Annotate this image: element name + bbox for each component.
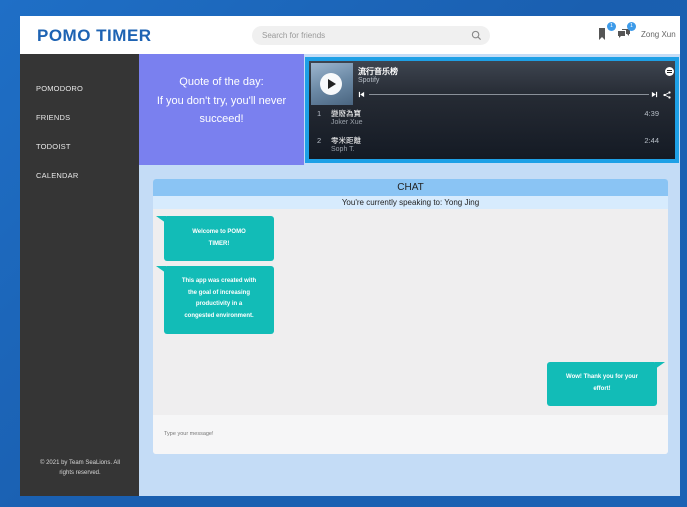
sidebar-item-pomodoro[interactable]: POMODORO bbox=[36, 84, 83, 93]
spotify-logo-icon[interactable] bbox=[665, 67, 674, 76]
search-icon[interactable] bbox=[471, 30, 482, 41]
next-track-icon[interactable] bbox=[651, 91, 658, 98]
share-icon[interactable] bbox=[663, 91, 671, 99]
notifications-button[interactable]: 1 bbox=[597, 22, 616, 43]
received-message: This app was created with the goal of in… bbox=[164, 266, 274, 334]
chat-input-area bbox=[153, 415, 668, 454]
track-duration: 2:44 bbox=[644, 136, 659, 145]
message-line: Wow! Thank you for your bbox=[566, 374, 638, 380]
quote-text-line: If you don't try, you'll never bbox=[156, 95, 287, 107]
quote-title: Quote of the day: bbox=[179, 76, 264, 88]
track-name: 零米距離 bbox=[331, 136, 361, 145]
progress-bar[interactable] bbox=[369, 94, 649, 95]
playlist-cover-art bbox=[311, 63, 353, 105]
quote-text-line: succeed! bbox=[199, 113, 244, 125]
messages-badge: 1 bbox=[627, 22, 636, 31]
chat-title: CHAT bbox=[153, 179, 668, 196]
playlist-source[interactable]: Spotify bbox=[358, 77, 379, 84]
quote-of-the-day: Quote of the day: If you don't try, you'… bbox=[139, 54, 304, 165]
search-input[interactable] bbox=[262, 29, 452, 42]
message-line: the goal of increasing bbox=[187, 289, 250, 296]
user-name[interactable]: Zong Xun bbox=[641, 30, 676, 39]
message-line: Welcome to POMO bbox=[192, 229, 246, 235]
message-line: TIMER! bbox=[208, 240, 230, 247]
message-line: effort! bbox=[593, 385, 611, 392]
chat-recipient: You're currently speaking to: Yong Jing bbox=[153, 196, 668, 209]
message-line: This app was created with bbox=[181, 278, 257, 284]
track-artist: Joker Xue bbox=[331, 119, 363, 126]
messages-button[interactable]: 1 bbox=[617, 22, 636, 43]
track-artist: Soph T. bbox=[331, 146, 355, 153]
play-button[interactable] bbox=[320, 73, 342, 95]
message-input[interactable] bbox=[164, 428, 464, 440]
track-number: 1 bbox=[317, 109, 322, 118]
message-line: productivity in a bbox=[195, 301, 243, 307]
top-header: POMO TIMER 1 1 Zong Xun bbox=[20, 16, 680, 54]
bubble-tail bbox=[655, 362, 665, 369]
received-message: Welcome to POMO TIMER! bbox=[164, 216, 274, 261]
spotify-player: 流行音乐榜 Spotify 1 變廢為寶 Joker Xue 4:39 2 零米… bbox=[309, 61, 675, 159]
sidebar-item-calendar[interactable]: CALENDAR bbox=[36, 171, 78, 180]
sidebar-item-todoist[interactable]: TODOIST bbox=[36, 142, 71, 151]
copyright-footer: © 2021 by Team SeaLions. All rights rese… bbox=[28, 458, 132, 478]
search-bar bbox=[252, 26, 490, 45]
track-name: 變廢為寶 bbox=[331, 109, 361, 118]
notifications-badge: 1 bbox=[607, 22, 616, 31]
playlist-title[interactable]: 流行音乐榜 bbox=[358, 66, 398, 77]
track-row[interactable]: 2 零米距離 Soph T. 2:44 bbox=[309, 133, 675, 159]
footer-line: rights reserved. bbox=[59, 470, 101, 476]
bookmark-icon bbox=[599, 28, 605, 40]
main-content: Quote of the day: If you don't try, you'… bbox=[139, 54, 680, 496]
sidebar-item-friends[interactable]: FRIENDS bbox=[36, 113, 70, 122]
chat-panel: CHAT You're currently speaking to: Yong … bbox=[153, 179, 668, 454]
previous-track-icon[interactable] bbox=[358, 91, 365, 98]
footer-line: © 2021 by Team SeaLions. All bbox=[39, 460, 121, 466]
track-duration: 4:39 bbox=[644, 109, 659, 118]
brand-logo[interactable]: POMO TIMER bbox=[37, 26, 152, 46]
sent-message: Wow! Thank you for your effort! bbox=[547, 362, 657, 406]
app-window: POMO TIMER 1 1 Zong Xun POMODORO FRIENDS bbox=[20, 16, 680, 496]
spotify-embed-frame: 流行音乐榜 Spotify 1 變廢為寶 Joker Xue 4:39 2 零米… bbox=[305, 57, 679, 163]
track-number: 2 bbox=[317, 136, 322, 145]
message-line: congested environment. bbox=[184, 312, 254, 319]
sidebar: POMODORO FRIENDS TODOIST CALENDAR © 2021… bbox=[20, 54, 139, 496]
track-row[interactable]: 1 變廢為寶 Joker Xue 4:39 bbox=[309, 106, 675, 132]
